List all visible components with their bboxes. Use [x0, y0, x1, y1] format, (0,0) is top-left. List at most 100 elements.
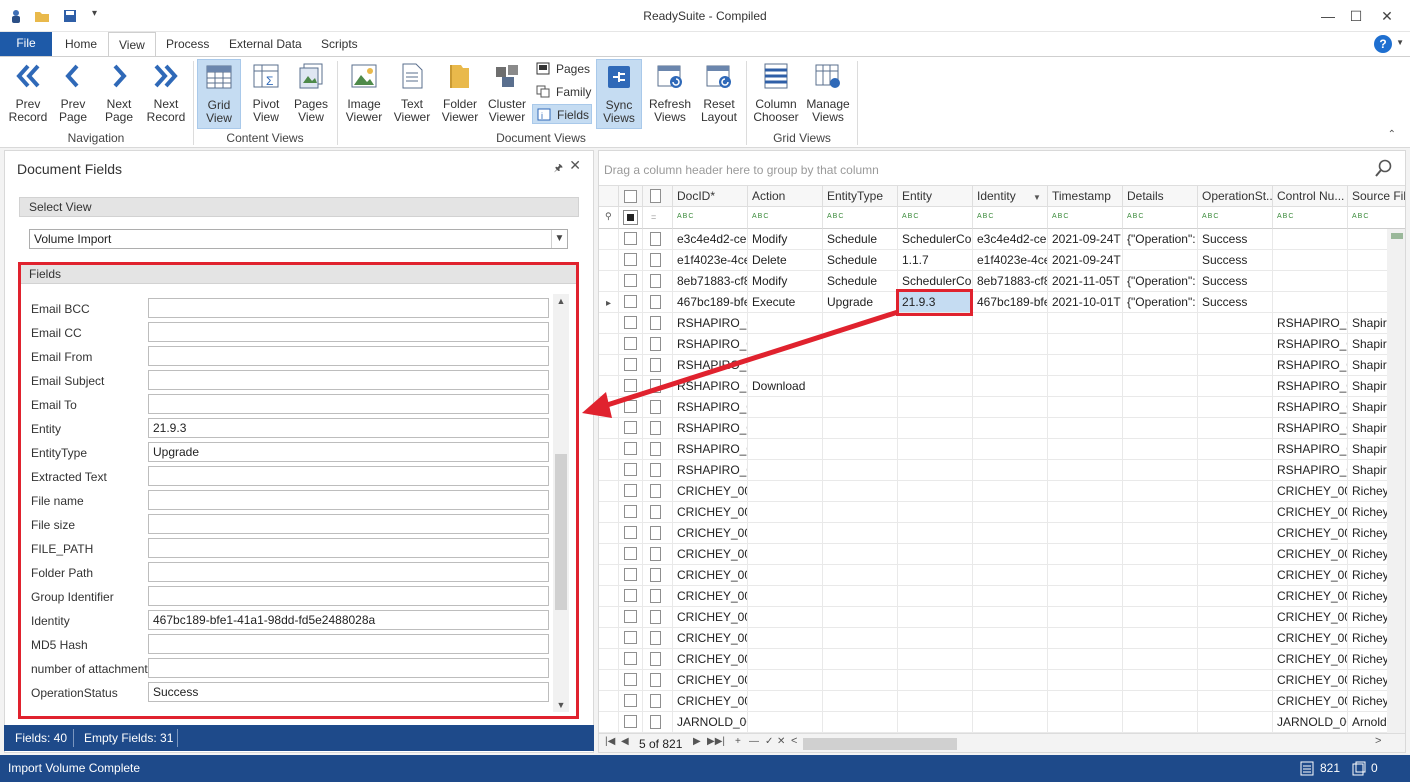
group-by-bar[interactable]: Drag a column header here to group by th…: [599, 151, 1405, 185]
grid-cell[interactable]: [1198, 439, 1273, 460]
grid-cell[interactable]: [748, 481, 823, 502]
grid-cell[interactable]: CRICHEY_00: [673, 670, 748, 691]
grid-cell[interactable]: [823, 418, 898, 439]
grid-cell[interactable]: 2021-10-01T: [1048, 292, 1123, 313]
grid-cell[interactable]: [1123, 544, 1198, 565]
row-checkbox[interactable]: [624, 463, 637, 476]
grid-cell[interactable]: [1123, 712, 1198, 733]
grid-cell[interactable]: [823, 334, 898, 355]
grid-cell[interactable]: CRICHEY_00: [1273, 691, 1348, 712]
grid-cell[interactable]: [1273, 271, 1348, 292]
grid-cell[interactable]: [973, 523, 1048, 544]
grid-cell[interactable]: [823, 481, 898, 502]
column-filter-cell[interactable]: ABC: [823, 207, 898, 229]
next-record-button[interactable]: Next Record: [144, 59, 188, 129]
grid-cell[interactable]: [1123, 481, 1198, 502]
select-all-header[interactable]: [619, 185, 643, 207]
grid-cell[interactable]: [823, 523, 898, 544]
grid-cell[interactable]: [823, 670, 898, 691]
grid-cell[interactable]: [1123, 397, 1198, 418]
grid-cell[interactable]: [1123, 439, 1198, 460]
row-checkbox[interactable]: [624, 589, 637, 602]
grid-cell[interactable]: [748, 355, 823, 376]
grid-cell[interactable]: [898, 355, 973, 376]
grid-cell[interactable]: [823, 607, 898, 628]
grid-cell[interactable]: [898, 418, 973, 439]
grid-cell[interactable]: [1123, 649, 1198, 670]
row-checkbox[interactable]: [624, 232, 637, 245]
grid-cell[interactable]: [898, 460, 973, 481]
grid-cell[interactable]: CRICHEY_00: [1273, 586, 1348, 607]
grid-cell[interactable]: [973, 712, 1048, 733]
grid-cell[interactable]: [898, 439, 973, 460]
image-viewer-button[interactable]: Image Viewer: [343, 59, 385, 129]
row-checkbox[interactable]: [624, 652, 637, 665]
grid-cell[interactable]: SchedulerCon: [898, 229, 973, 250]
filter-checkbox[interactable]: [623, 210, 638, 225]
column-filter-cell[interactable]: ABC: [748, 207, 823, 229]
grid-view-button[interactable]: Grid View: [197, 59, 241, 129]
grid-cell[interactable]: [748, 712, 823, 733]
help-dropdown-icon[interactable]: ▼: [1396, 38, 1404, 47]
grid-cell[interactable]: [1123, 670, 1198, 691]
scroll-right-icon[interactable]: >: [1375, 735, 1381, 747]
grid-cell[interactable]: [748, 502, 823, 523]
grid-cell[interactable]: [1198, 502, 1273, 523]
grid-cell[interactable]: [973, 628, 1048, 649]
grid-cell[interactable]: RSHAPIRO_0: [673, 334, 748, 355]
grid-cell[interactable]: [973, 418, 1048, 439]
grid-cell[interactable]: [1048, 544, 1123, 565]
grid-cell[interactable]: [748, 313, 823, 334]
grid-cell[interactable]: RSHAPIRO_0: [673, 355, 748, 376]
grid-cell[interactable]: 2021-11-05T: [1048, 271, 1123, 292]
row-select-cell[interactable]: [619, 544, 643, 565]
grid-cell[interactable]: [1123, 334, 1198, 355]
grid-cell[interactable]: [1273, 292, 1348, 313]
grid-cell[interactable]: [823, 376, 898, 397]
row-checkbox[interactable]: [624, 400, 637, 413]
grid-cell[interactable]: [1198, 460, 1273, 481]
grid-cell[interactable]: [973, 544, 1048, 565]
grid-cell[interactable]: RSHAPIRO_0: [673, 376, 748, 397]
grid-cell[interactable]: RSHAPIRO_0: [673, 418, 748, 439]
row-select-cell[interactable]: [619, 313, 643, 334]
grid-cell[interactable]: JARNOLD_00: [673, 712, 748, 733]
grid-cell[interactable]: [1123, 250, 1198, 271]
row-select-cell[interactable]: [619, 397, 643, 418]
row-checkbox[interactable]: [624, 274, 637, 287]
manage-views-button[interactable]: Manage Views: [806, 59, 850, 129]
first-page-icon[interactable]: |◀: [605, 736, 615, 747]
grid-cell[interactable]: [973, 334, 1048, 355]
row-select-cell[interactable]: [619, 292, 643, 313]
grid-cell[interactable]: [898, 397, 973, 418]
grid-cell[interactable]: [898, 607, 973, 628]
row-select-cell[interactable]: [619, 376, 643, 397]
select-all-checkbox[interactable]: [624, 190, 637, 203]
row-select-cell[interactable]: [619, 334, 643, 355]
grid-cell[interactable]: [898, 523, 973, 544]
pivot-view-button[interactable]: Σ Pivot View: [245, 59, 287, 129]
grid-cell[interactable]: [1273, 250, 1348, 271]
grid-cell[interactable]: [1198, 649, 1273, 670]
grid-cell[interactable]: [1048, 712, 1123, 733]
row-select-cell[interactable]: [619, 649, 643, 670]
grid-cell[interactable]: [973, 670, 1048, 691]
grid-cell[interactable]: 1.1.7: [898, 250, 973, 271]
grid-cell[interactable]: [973, 397, 1048, 418]
grid-cell[interactable]: [1123, 460, 1198, 481]
grid-cell[interactable]: [1198, 313, 1273, 334]
grid-cell[interactable]: [1048, 313, 1123, 334]
grid-cell[interactable]: RSHAPIRO_0: [1273, 313, 1348, 334]
pin-icon[interactable]: 🖈: [554, 161, 563, 178]
row-select-cell[interactable]: [619, 481, 643, 502]
file-menu[interactable]: File: [0, 32, 52, 56]
column-header[interactable]: Timestamp: [1048, 185, 1123, 207]
grid-cell[interactable]: 8eb71883-cf8: [673, 271, 748, 292]
column-header[interactable]: EntityType: [823, 185, 898, 207]
tab-view[interactable]: View: [108, 32, 156, 57]
grid-cell[interactable]: [823, 628, 898, 649]
grid-cell[interactable]: [1123, 418, 1198, 439]
reset-layout-button[interactable]: Reset Layout: [698, 59, 740, 129]
grid-cell[interactable]: [748, 586, 823, 607]
close-button[interactable]: ✕: [1377, 6, 1397, 26]
